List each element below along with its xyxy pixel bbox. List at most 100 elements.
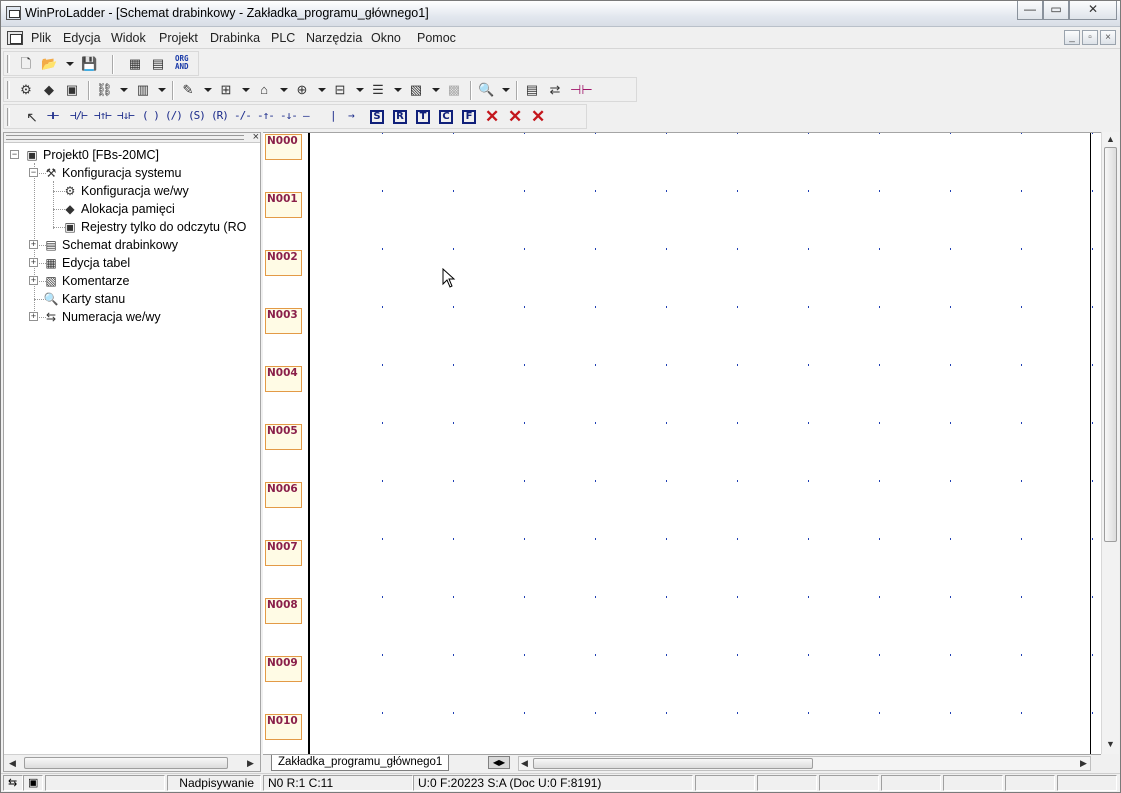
tree-item-project[interactable]: ▣ Projekt0 [FBs-20MC] <box>24 146 159 164</box>
mdi-minimize-button[interactable]: _ <box>1064 30 1080 45</box>
tree-horizontal-scrollbar[interactable]: ◀ ▶ <box>4 754 260 771</box>
network-label[interactable]: N009 <box>265 656 302 682</box>
document-system-icon[interactable] <box>7 31 23 45</box>
network-label[interactable]: N010 <box>265 714 302 740</box>
chart-tool-icon[interactable]: ▧ <box>408 82 424 98</box>
scroll-left-icon[interactable]: ◀ <box>521 758 528 769</box>
contact-dropdown-icon[interactable] <box>242 88 250 92</box>
close-button[interactable]: ✕ <box>1069 1 1117 20</box>
tree-item-io-numbering[interactable]: ⇆ Numeracja we/wy <box>43 308 161 326</box>
toolbar-grip[interactable] <box>7 108 10 126</box>
tree-item-io-config[interactable]: ⚙ Konfiguracja we/wy <box>62 182 189 200</box>
counter-box-button[interactable]: C <box>439 110 453 124</box>
ladder-view-icon[interactable]: ▤ <box>150 56 166 72</box>
network-icon[interactable]: ▥ <box>135 82 151 98</box>
tab-main-program[interactable]: Zakładka_programu_głównego1 <box>271 755 450 771</box>
coil-icon[interactable]: ( ) <box>142 109 160 122</box>
plc-status-icon[interactable]: ▣ <box>23 775 43 791</box>
menu-plc[interactable]: PLC <box>271 31 295 45</box>
network-label[interactable]: N005 <box>265 424 302 450</box>
tree-item-memory-allocation[interactable]: ◆ Alokacja pamięci <box>62 200 174 218</box>
mdi-close-button[interactable]: × <box>1100 30 1116 45</box>
mdi-restore-button[interactable]: ▫ <box>1082 30 1098 45</box>
expand-toggle[interactable]: + <box>29 258 38 267</box>
new-file-icon[interactable]: 🗋 <box>18 56 34 72</box>
menu-drabinka[interactable]: Drabinka <box>210 31 260 45</box>
scroll-right-icon[interactable]: ▶ <box>247 758 254 769</box>
edit-icon[interactable]: ✎ <box>180 82 196 98</box>
menu-okno[interactable]: Okno <box>371 31 401 45</box>
menu-narzedzia[interactable]: Narzędzia <box>306 31 362 45</box>
network-label[interactable]: N008 <box>265 598 302 624</box>
pane-close-icon[interactable]: × <box>253 131 259 143</box>
open-branch-icon[interactable]: -/- <box>234 109 252 122</box>
toolbar-grip[interactable] <box>7 55 10 73</box>
network-label[interactable]: N003 <box>265 308 302 334</box>
contact-b-icon[interactable]: ⊣/⊢ <box>70 109 88 122</box>
tree-item-status-pages[interactable]: 🔍 Karty stanu <box>43 290 126 308</box>
menu-edycja[interactable]: Edycja <box>63 31 101 45</box>
chart-dropdown-icon[interactable] <box>432 88 440 92</box>
edit-dropdown-icon[interactable] <box>204 88 212 92</box>
menu-plik[interactable]: Plik <box>31 31 51 45</box>
status-dropdown-icon[interactable] <box>356 88 364 92</box>
network-label[interactable]: N004 <box>265 366 302 392</box>
scroll-thumb[interactable] <box>1104 147 1117 542</box>
delete-vertical-icon[interactable]: ✕ <box>508 107 522 127</box>
table-edit-icon[interactable]: ▤ <box>524 82 540 98</box>
tree-item-table-edit[interactable]: ▦ Edycja tabel <box>43 254 130 272</box>
run-dropdown-icon[interactable] <box>318 88 326 92</box>
positive-edge-icon[interactable]: -↑- <box>257 109 275 122</box>
tree-item-system-config[interactable]: ⚒ Konfiguracja systemu <box>43 164 182 182</box>
plc-link-icon[interactable]: ⛓ <box>96 82 113 98</box>
scroll-thumb[interactable] <box>24 757 228 769</box>
compare-icon[interactable]: ⊣⊢ <box>570 82 593 98</box>
project-tree-icon[interactable]: ▦ <box>127 56 143 72</box>
list-icon[interactable]: ☰ <box>370 82 386 98</box>
menu-widok[interactable]: Widok <box>111 31 146 45</box>
network-label[interactable]: N002 <box>265 250 302 276</box>
monitor-icon[interactable]: ⌂ <box>256 82 272 98</box>
ladder-vertical-scrollbar[interactable]: ▲ ▼ <box>1101 132 1119 754</box>
vertical-line-icon[interactable]: | <box>330 109 337 122</box>
memory-allocation-icon[interactable]: ◆ <box>41 82 57 98</box>
app-icon[interactable] <box>6 6 21 20</box>
scroll-down-icon[interactable]: ▼ <box>1106 739 1115 749</box>
pane-grip[interactable] <box>6 135 244 140</box>
zoom-icon[interactable]: 🔍 <box>478 82 494 98</box>
ladder-horizontal-scrollbar[interactable]: ◀ ▶ <box>518 756 1091 771</box>
horizontal-line-icon[interactable]: — <box>303 109 310 122</box>
tree-item-comments[interactable]: ▧ Komentarze <box>43 272 129 290</box>
io-config-icon[interactable]: ⚙ <box>18 82 34 98</box>
menu-projekt[interactable]: Projekt <box>159 31 198 45</box>
status-tool-icon[interactable]: ⊟ <box>332 82 348 98</box>
scroll-left-icon[interactable]: ◀ <box>9 758 16 769</box>
toolbar-grip[interactable] <box>7 81 10 99</box>
menu-pomoc[interactable]: Pomoc <box>417 31 456 45</box>
expand-toggle[interactable]: + <box>29 312 38 321</box>
plc-link-dropdown-icon[interactable] <box>120 88 128 92</box>
readonly-registers-icon[interactable]: ▣ <box>64 82 80 98</box>
ladder-editor[interactable]: N000 N001 N002 N003 N004 N005 N006 N007 N008 N009… <box>263 132 1103 771</box>
cross-reference-icon[interactable]: ⇄ <box>547 82 563 98</box>
open-dropdown-icon[interactable] <box>66 62 74 66</box>
contact-tool-icon[interactable]: ⊞ <box>218 82 234 98</box>
contact-up-icon[interactable]: ⊣↑⊢ <box>94 109 112 122</box>
coil-inverse-icon[interactable]: (/) <box>165 109 183 122</box>
tree-item-ladder-diagram[interactable]: ▤ Schemat drabinkowy <box>43 236 178 254</box>
coil-set-icon[interactable]: (S) <box>188 109 206 122</box>
coil-reset-icon[interactable]: (R) <box>211 109 229 122</box>
list-dropdown-icon[interactable] <box>394 88 402 92</box>
network-label[interactable]: N001 <box>265 192 302 218</box>
network-label[interactable]: N006 <box>265 482 302 508</box>
minimize-button[interactable]: — <box>1017 1 1043 20</box>
save-icon[interactable]: 💾 <box>81 56 97 72</box>
zoom-dropdown-icon[interactable] <box>502 88 510 92</box>
delete-row-icon[interactable]: ✕ <box>531 107 545 127</box>
scroll-up-icon[interactable]: ▲ <box>1106 134 1115 144</box>
network-label[interactable]: N000 <box>265 134 302 160</box>
maximize-button[interactable]: ▭ <box>1043 1 1069 20</box>
expand-toggle[interactable]: + <box>29 276 38 285</box>
network-dropdown-icon[interactable] <box>158 88 166 92</box>
collapse-toggle[interactable]: − <box>29 168 38 177</box>
